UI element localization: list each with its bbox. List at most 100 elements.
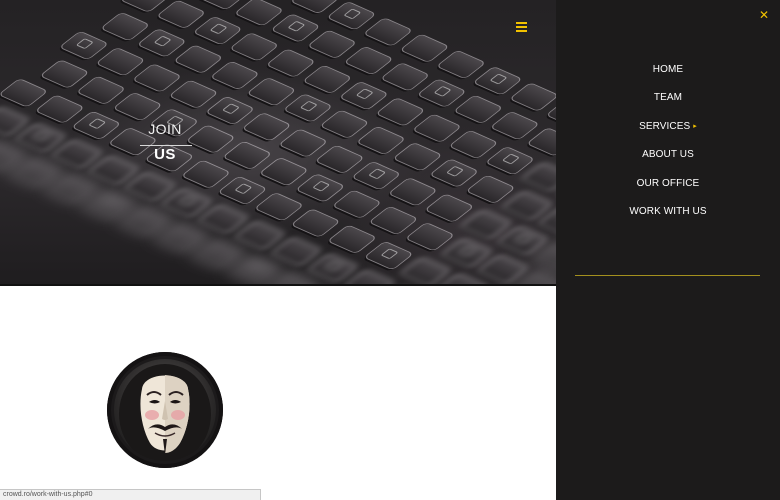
- keyboard-key: [157, 0, 205, 29]
- hamburger-icon[interactable]: [516, 22, 528, 33]
- menu-item-work-with-us[interactable]: WORK WITH US: [556, 203, 780, 221]
- keyboard-key: [340, 81, 388, 110]
- keyboard-key: [486, 146, 534, 175]
- menu-item-services[interactable]: SERVICES ▸: [556, 118, 780, 136]
- keyboard-key: [53, 140, 101, 168]
- hero-bottom-border: [0, 284, 556, 286]
- key-glyph: [501, 153, 520, 165]
- keyboard-key: [158, 224, 206, 252]
- keyboard-key: [442, 239, 491, 267]
- key-glyph: [100, 198, 119, 210]
- keyboard-key: [491, 111, 539, 140]
- keyboard-key: [376, 98, 424, 126]
- keyboard-key: [194, 240, 242, 268]
- keyboard-key: [174, 45, 222, 73]
- keyboard-key: [425, 194, 473, 222]
- keyboard-key: [235, 0, 283, 26]
- keyboard-key: [418, 79, 466, 107]
- keyboard-key: [133, 64, 181, 92]
- key-glyph: [445, 165, 464, 177]
- keyboard-key: [170, 80, 218, 109]
- keyboard-key: [406, 222, 454, 251]
- keyboard-key: [101, 12, 149, 41]
- key-glyph: [88, 118, 107, 130]
- keyboard-key: [182, 160, 230, 189]
- keyboard-key: [309, 254, 357, 282]
- key-glyph: [489, 73, 508, 85]
- keyboard-key: [357, 126, 405, 155]
- keyboard-key: [345, 46, 393, 75]
- keyboard-key: [333, 190, 381, 218]
- keyboard-key: [48, 175, 96, 203]
- key-glyph: [287, 20, 306, 32]
- keyboard-key: [328, 225, 376, 254]
- avatar: [107, 352, 223, 468]
- key-glyph: [209, 23, 228, 35]
- keyboard-key: [230, 33, 278, 61]
- chevron-right-icon: ▸: [693, 123, 697, 130]
- key-glyph: [324, 260, 343, 272]
- keyboard-key: [365, 241, 413, 270]
- keyboard-key: [284, 94, 332, 122]
- key-glyph: [246, 263, 265, 275]
- keyboard-key: [114, 92, 162, 121]
- menu-item-about-us[interactable]: ABOUT US: [556, 146, 780, 164]
- keyboard-key: [401, 258, 449, 285]
- hero-banner: JOIN US: [0, 0, 556, 285]
- key-glyph: [234, 183, 253, 195]
- menu-item-team[interactable]: TEAM: [556, 89, 780, 107]
- keyboard-key: [308, 30, 356, 59]
- keyboard-key: [199, 205, 247, 233]
- keyboard-key: [527, 128, 556, 156]
- key-glyph: [178, 195, 197, 207]
- keyboard-key: [36, 95, 84, 123]
- keyboard-key: [364, 18, 412, 46]
- keyboard-key: [327, 1, 375, 30]
- keyboard-key: [198, 0, 246, 10]
- keyboard-key: [401, 34, 449, 63]
- keyboard-key: [267, 49, 315, 77]
- keyboard-key: [389, 178, 437, 206]
- keyboard-key: [449, 130, 497, 159]
- menu-item-label: WORK WITH US: [629, 206, 707, 217]
- keyboard-key: [60, 31, 108, 60]
- menu-item-label: SERVICES: [639, 121, 691, 132]
- keyboard-key: [320, 110, 368, 139]
- keyboard-key: [467, 175, 515, 204]
- menu-item-our-office[interactable]: OUR OFFICE: [556, 175, 780, 193]
- keyboard-key: [223, 141, 271, 170]
- keyboard-key: [352, 161, 400, 190]
- key-glyph: [221, 103, 240, 115]
- keyboard-key: [394, 143, 442, 171]
- menu-item-label: TEAM: [653, 92, 683, 103]
- menu-list: HOME TEAM SERVICES ▸ ABOUT US OUR OFFICE …: [556, 0, 780, 240]
- keyboard-key: [291, 0, 339, 14]
- keyboard-key: [206, 96, 254, 125]
- keyboard-key: [138, 29, 186, 57]
- keyboard-key: [85, 191, 133, 220]
- menu-item-label: ABOUT US: [642, 149, 694, 160]
- menu-divider: [575, 275, 760, 276]
- key-glyph: [380, 248, 399, 260]
- keyboard-key: [16, 123, 64, 152]
- keyboard-key: [236, 221, 284, 250]
- keyboard-key: [296, 174, 344, 202]
- keyboard-key: [96, 47, 144, 76]
- keyboard-key: [255, 193, 303, 221]
- menu-item-home[interactable]: HOME: [556, 61, 780, 79]
- key-glyph: [368, 168, 387, 180]
- key-glyph: [75, 38, 94, 50]
- keyboard-key: [77, 76, 125, 105]
- keyboard-key: [345, 270, 393, 285]
- keyboard-key: [523, 163, 556, 191]
- keyboard-key: [0, 142, 23, 171]
- keyboard-key: [121, 207, 169, 236]
- keyboard-key: [72, 111, 120, 140]
- keyboard-key: [243, 113, 291, 141]
- keyboard-key: [462, 210, 510, 239]
- keyboard-background-image: [0, 0, 556, 285]
- keyboard-key: [260, 157, 308, 186]
- keyboard-key: [292, 209, 340, 237]
- hero-title-line1: JOIN: [148, 121, 182, 137]
- keyboard-key: [0, 79, 47, 107]
